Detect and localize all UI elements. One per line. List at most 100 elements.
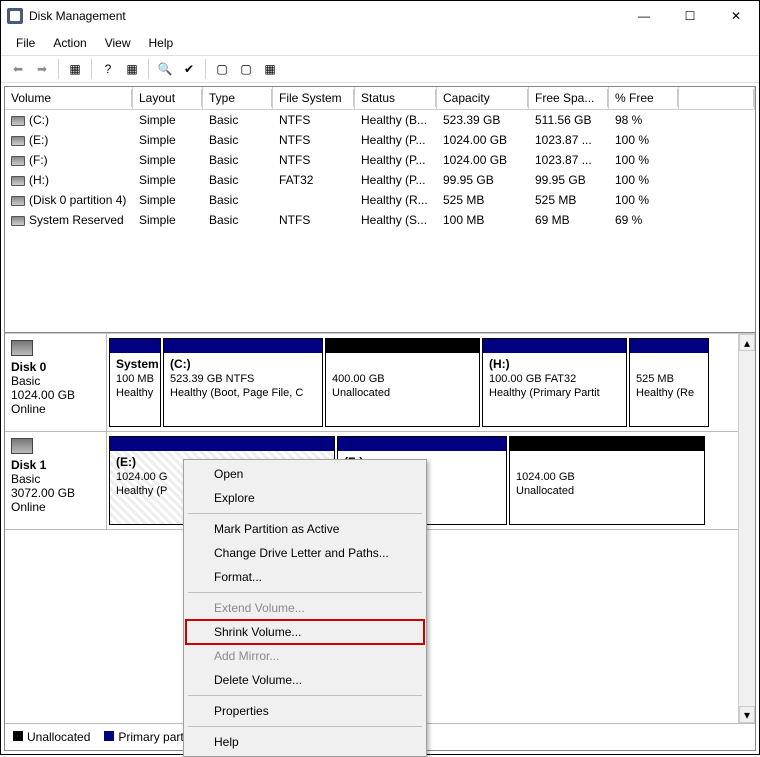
volume-list: VolumeLayoutTypeFile SystemStatusCapacit…	[5, 87, 755, 333]
app-icon	[7, 8, 23, 24]
cell-status: Healthy (R...	[355, 192, 437, 208]
column-header-fs[interactable]: File System	[273, 87, 355, 109]
action2-icon[interactable]: ▢	[235, 58, 257, 80]
volume-row[interactable]: (C:)SimpleBasicNTFSHealthy (B...523.39 G…	[5, 110, 755, 130]
partition[interactable]: System100 MBHealthy	[109, 338, 161, 427]
legend-swatch	[13, 731, 23, 741]
menu-action[interactable]: Action	[44, 33, 95, 53]
menubar: FileActionViewHelp	[1, 31, 759, 55]
toolbar: ⬅➡▦?▦🔍✔▢▢▦	[1, 55, 759, 83]
partition-bar	[110, 437, 334, 451]
cell-volume: (C:)	[5, 112, 133, 128]
context-menu-item-delete-volume[interactable]: Delete Volume...	[186, 668, 424, 692]
context-menu-item-format[interactable]: Format...	[186, 565, 424, 589]
cell-pct: 100 %	[609, 192, 679, 208]
menu-file[interactable]: File	[7, 33, 44, 53]
cell-status: Healthy (P...	[355, 132, 437, 148]
cell-layout: Simple	[133, 212, 203, 228]
volume-row[interactable]: (Disk 0 partition 4)SimpleBasic Healthy (…	[5, 190, 755, 210]
volume-row[interactable]: System ReservedSimpleBasicNTFSHealthy (S…	[5, 210, 755, 230]
volume-row[interactable]: (H:)SimpleBasicFAT32Healthy (P...99.95 G…	[5, 170, 755, 190]
cell-volume: (H:)	[5, 172, 133, 188]
action3-icon[interactable]: ▦	[259, 58, 281, 80]
scroll-up-icon[interactable]: ▴	[739, 334, 755, 351]
partition-label: System100 MBHealthy	[110, 353, 160, 404]
context-menu-item-help[interactable]: Help	[186, 730, 424, 754]
partition-label: (C:)523.39 GB NTFSHealthy (Boot, Page Fi…	[164, 353, 322, 404]
column-header-type[interactable]: Type	[203, 87, 273, 109]
column-header-capacity[interactable]: Capacity	[437, 87, 529, 109]
cell-status: Healthy (S...	[355, 212, 437, 228]
volume-icon	[11, 136, 25, 146]
cell-capacity: 99.95 GB	[437, 172, 529, 188]
cell-pct: 98 %	[609, 112, 679, 128]
volume-row[interactable]: (F:)SimpleBasicNTFSHealthy (P...1024.00 …	[5, 150, 755, 170]
cell-volume: (Disk 0 partition 4)	[5, 192, 133, 208]
partition-bar	[510, 437, 704, 451]
menu-view[interactable]: View	[96, 33, 140, 53]
partition[interactable]: (H:)100.00 GB FAT32Healthy (Primary Part…	[482, 338, 627, 427]
partition-bar	[326, 339, 479, 353]
refresh-icon[interactable]: ▦	[121, 58, 143, 80]
cell-free: 99.95 GB	[529, 172, 609, 188]
cell-fs: NTFS	[273, 212, 355, 228]
titlebar[interactable]: Disk Management — ☐ ✕	[1, 1, 759, 31]
disk-icon	[11, 340, 33, 356]
check-icon[interactable]: ✔	[178, 58, 200, 80]
context-menu-item-mark-partition-as-active[interactable]: Mark Partition as Active	[186, 517, 424, 541]
disk-info[interactable]: Disk 0Basic1024.00 GBOnline	[5, 334, 107, 431]
menu-help[interactable]: Help	[140, 33, 183, 53]
volume-icon	[11, 216, 25, 226]
context-menu-item-shrink-volume[interactable]: Shrink Volume...	[186, 620, 424, 644]
minimize-button[interactable]: —	[621, 1, 667, 31]
rescan-icon[interactable]: 🔍	[154, 58, 176, 80]
column-header-free[interactable]: Free Spa...	[529, 87, 609, 109]
volume-row[interactable]: (E:)SimpleBasicNTFSHealthy (P...1024.00 …	[5, 130, 755, 150]
disk-info[interactable]: Disk 1Basic3072.00 GBOnline	[5, 432, 107, 529]
cell-volume: (E:)	[5, 132, 133, 148]
column-header-layout[interactable]: Layout	[133, 87, 203, 109]
scrollbar-vertical[interactable]: ▴ ▾	[738, 334, 755, 723]
maximize-button[interactable]: ☐	[667, 1, 713, 31]
cell-capacity: 523.39 GB	[437, 112, 529, 128]
toolbar-separator	[58, 59, 59, 79]
cell-type: Basic	[203, 132, 273, 148]
close-button[interactable]: ✕	[713, 1, 759, 31]
partition[interactable]: 525 MBHealthy (Re	[629, 338, 709, 427]
partition-unallocated[interactable]: 1024.00 GBUnallocated	[509, 436, 705, 525]
context-menu-item-open[interactable]: Open	[186, 462, 424, 486]
volume-list-header: VolumeLayoutTypeFile SystemStatusCapacit…	[5, 87, 755, 110]
cell-pct: 100 %	[609, 152, 679, 168]
column-header-status[interactable]: Status	[355, 87, 437, 109]
context-menu-item-change-drive-letter-and-paths[interactable]: Change Drive Letter and Paths...	[186, 541, 424, 565]
partition[interactable]: (C:)523.39 GB NTFSHealthy (Boot, Page Fi…	[163, 338, 323, 427]
partition-label: 400.00 GBUnallocated	[326, 353, 479, 404]
cell-layout: Simple	[133, 192, 203, 208]
cell-capacity: 1024.00 GB	[437, 152, 529, 168]
disk-type: Basic	[11, 472, 100, 486]
toolbar-separator	[148, 59, 149, 79]
window-title: Disk Management	[29, 9, 621, 23]
forward-icon: ➡	[31, 58, 53, 80]
toolbar-separator	[205, 59, 206, 79]
toolbar-separator	[91, 59, 92, 79]
disk-state: Online	[11, 402, 100, 416]
cell-capacity: 1024.00 GB	[437, 132, 529, 148]
cell-status: Healthy (P...	[355, 152, 437, 168]
context-menu-separator	[188, 726, 422, 727]
column-header-pct[interactable]: % Free	[609, 87, 679, 109]
column-header-volume[interactable]: Volume	[5, 87, 133, 109]
partition-label: 525 MBHealthy (Re	[630, 353, 708, 404]
context-menu-item-explore[interactable]: Explore	[186, 486, 424, 510]
context-menu-item-properties[interactable]: Properties	[186, 699, 424, 723]
partition-unallocated[interactable]: 400.00 GBUnallocated	[325, 338, 480, 427]
disk-size: 1024.00 GB	[11, 388, 100, 402]
cell-fs: NTFS	[273, 152, 355, 168]
show-hide-icon[interactable]: ▦	[64, 58, 86, 80]
cell-type: Basic	[203, 192, 273, 208]
help-icon[interactable]: ?	[97, 58, 119, 80]
cell-type: Basic	[203, 212, 273, 228]
action1-icon[interactable]: ▢	[211, 58, 233, 80]
scroll-down-icon[interactable]: ▾	[739, 706, 755, 723]
disk-icon	[11, 438, 33, 454]
